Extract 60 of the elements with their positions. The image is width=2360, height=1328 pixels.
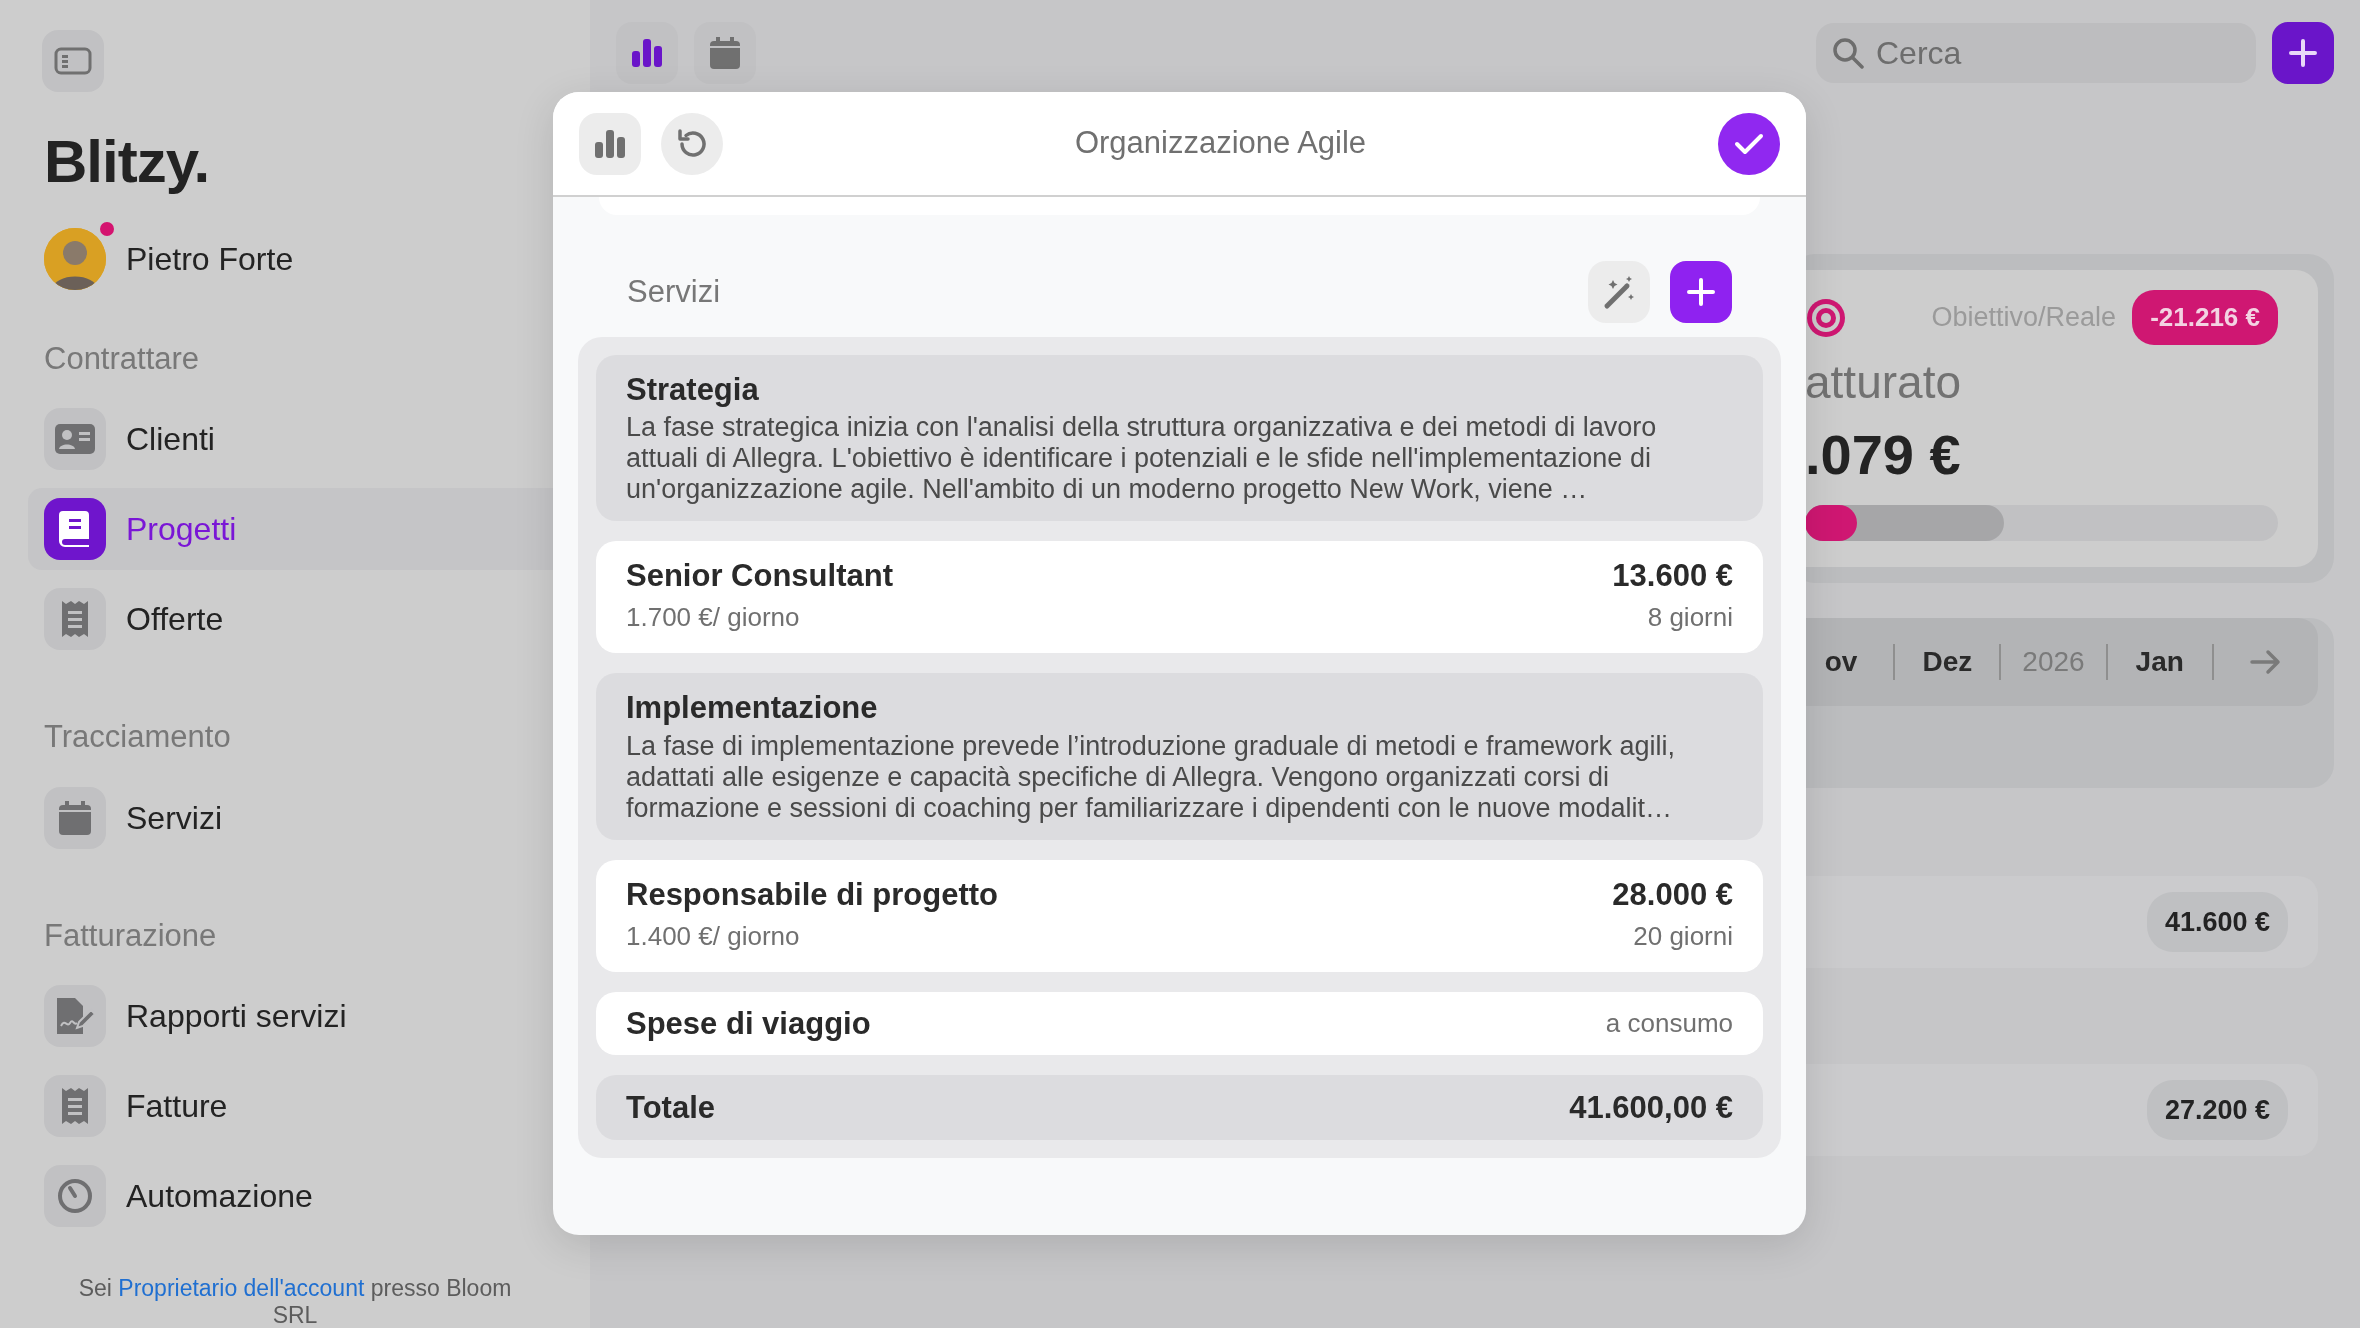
contact-card-icon: [55, 424, 95, 455]
undo-icon: [676, 127, 708, 160]
service-position-card[interactable]: Senior Consultant 1.700 €/ giorno 13.600 € 8 giorni: [596, 541, 1763, 654]
bar-chart-icon: [595, 129, 625, 158]
check-icon: [1734, 131, 1764, 156]
expense-note: a consumo: [1605, 1006, 1733, 1040]
month-tab[interactable]: Dez: [1895, 643, 2002, 681]
position-amount: 28.000 €: [1612, 875, 1733, 913]
difference-badge: -21.216 €: [2132, 290, 2278, 345]
days-count: 8 giorni: [1646, 601, 1733, 635]
add-service-button[interactable]: [1670, 261, 1732, 323]
position-title: Senior Consultant: [626, 557, 893, 595]
phase-description: La fase strategica inizia con l'analisi della struttura organizzativa e dei metodi di lavoro attuali di Allegra. L'obiettivo è identificare i potenziali e le sfide nell'implementazione di un'organizzazione agile. Nell'ambito di un moderno progetto New Work, viene …: [626, 412, 1658, 506]
section-heading: Fatturazione: [44, 916, 218, 955]
search-field[interactable]: Cerca: [1816, 23, 2256, 83]
timer-icon: [57, 1178, 93, 1215]
dialog-title: Organizzazione Agile: [1073, 124, 1368, 163]
logo: Blitzy.: [44, 132, 211, 192]
card-title: atturato: [1805, 359, 1962, 405]
section-heading: Tracciamento: [44, 718, 232, 757]
days-count: 20 giorni: [1632, 919, 1733, 953]
sidebar-icon: [54, 47, 92, 75]
plus-icon: [1687, 278, 1715, 306]
user-name: Pietro Forte: [126, 240, 294, 279]
calendar-icon: [710, 37, 740, 69]
target-icon: [1805, 296, 1847, 339]
bar-chart-icon: [632, 39, 662, 67]
amount-badge: 27.200 €: [2146, 1079, 2288, 1141]
position-amount: 13.600 €: [1612, 557, 1733, 595]
add-button[interactable]: [2272, 22, 2334, 84]
section-heading: Contrattare: [44, 340, 201, 378]
total-amount: 41.600,00 €: [1569, 1088, 1733, 1126]
daily-rate: 1.700 €/ giorno: [626, 601, 801, 635]
receipt-icon: [62, 601, 88, 638]
year-label: 2026: [2001, 643, 2108, 681]
total-label: Totale: [626, 1088, 715, 1126]
month-tab[interactable]: Jan: [2107, 643, 2214, 681]
sidebar-toggle-button[interactable]: [42, 30, 104, 92]
expense-card[interactable]: Spese di viaggio a consumo: [596, 991, 1763, 1055]
service-position-card[interactable]: Responsabile di progetto 1.400 €/ giorno 28.000 € 20 giorni: [596, 859, 1763, 972]
magic-wand-button[interactable]: [1588, 261, 1650, 323]
receipt-icon: [62, 1088, 88, 1125]
signed-document-icon: [55, 998, 95, 1035]
view-tab[interactable]: [694, 22, 756, 84]
calendar-icon: [59, 800, 91, 835]
phase-title: Implementazione: [626, 689, 879, 727]
section-title: Servizi: [627, 272, 721, 311]
phase-description: La fase di implementazione prevede l’introduzione graduale di metodi e framework agili, adattati alle esigenze e capacità specifiche di Allegra. Vengono organizzati corsi di formazione e sessioni di coaching per familiarizzare i dipendenti con le nuove modalit…: [626, 730, 1677, 824]
amount-badge: 41.600 €: [2146, 891, 2288, 953]
view-tab[interactable]: [616, 22, 678, 84]
avatar: [44, 228, 106, 290]
book-icon: [59, 511, 91, 548]
expense-title: Spese di viaggio: [626, 1004, 871, 1042]
plus-icon: [2289, 39, 2317, 67]
revenue-value: .079 €: [1805, 427, 1962, 483]
position-title: Responsabile di progetto: [626, 875, 999, 913]
chart-button[interactable]: [579, 112, 641, 175]
account-note: Sei Proprietario dell'account presso Bloom SRL: [77, 1275, 513, 1328]
daily-rate: 1.400 €/ giorno: [626, 919, 801, 953]
phase-title: Strategia: [626, 371, 760, 409]
